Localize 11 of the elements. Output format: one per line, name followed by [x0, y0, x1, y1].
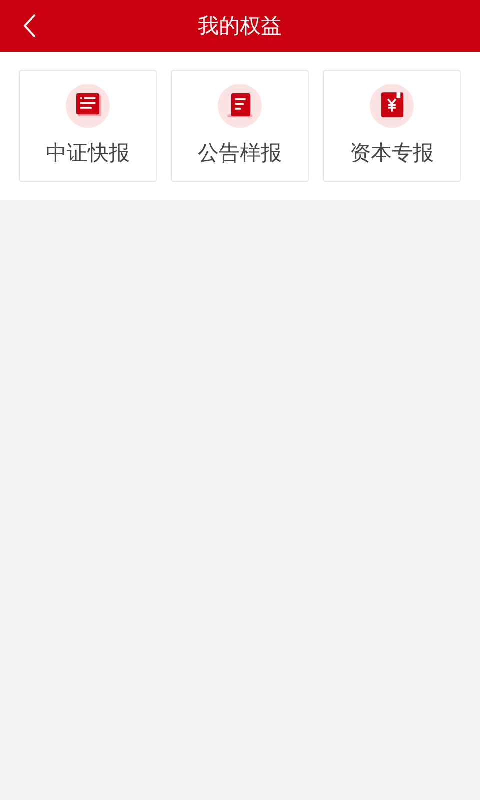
news-icon	[65, 83, 111, 129]
yen-book-icon	[369, 83, 415, 129]
card-label: 中证快报	[46, 140, 130, 167]
card-label: 资本专报	[350, 140, 434, 167]
card-label: 公告样报	[198, 140, 282, 167]
shortcut-card[interactable]: 中证快报	[19, 70, 157, 182]
document-icon	[217, 83, 263, 129]
shortcut-card[interactable]: 资本专报	[323, 70, 461, 182]
page-title: 我的权益	[198, 13, 282, 40]
shortcut-card[interactable]: 公告样报	[171, 70, 309, 182]
back-icon	[23, 14, 37, 38]
